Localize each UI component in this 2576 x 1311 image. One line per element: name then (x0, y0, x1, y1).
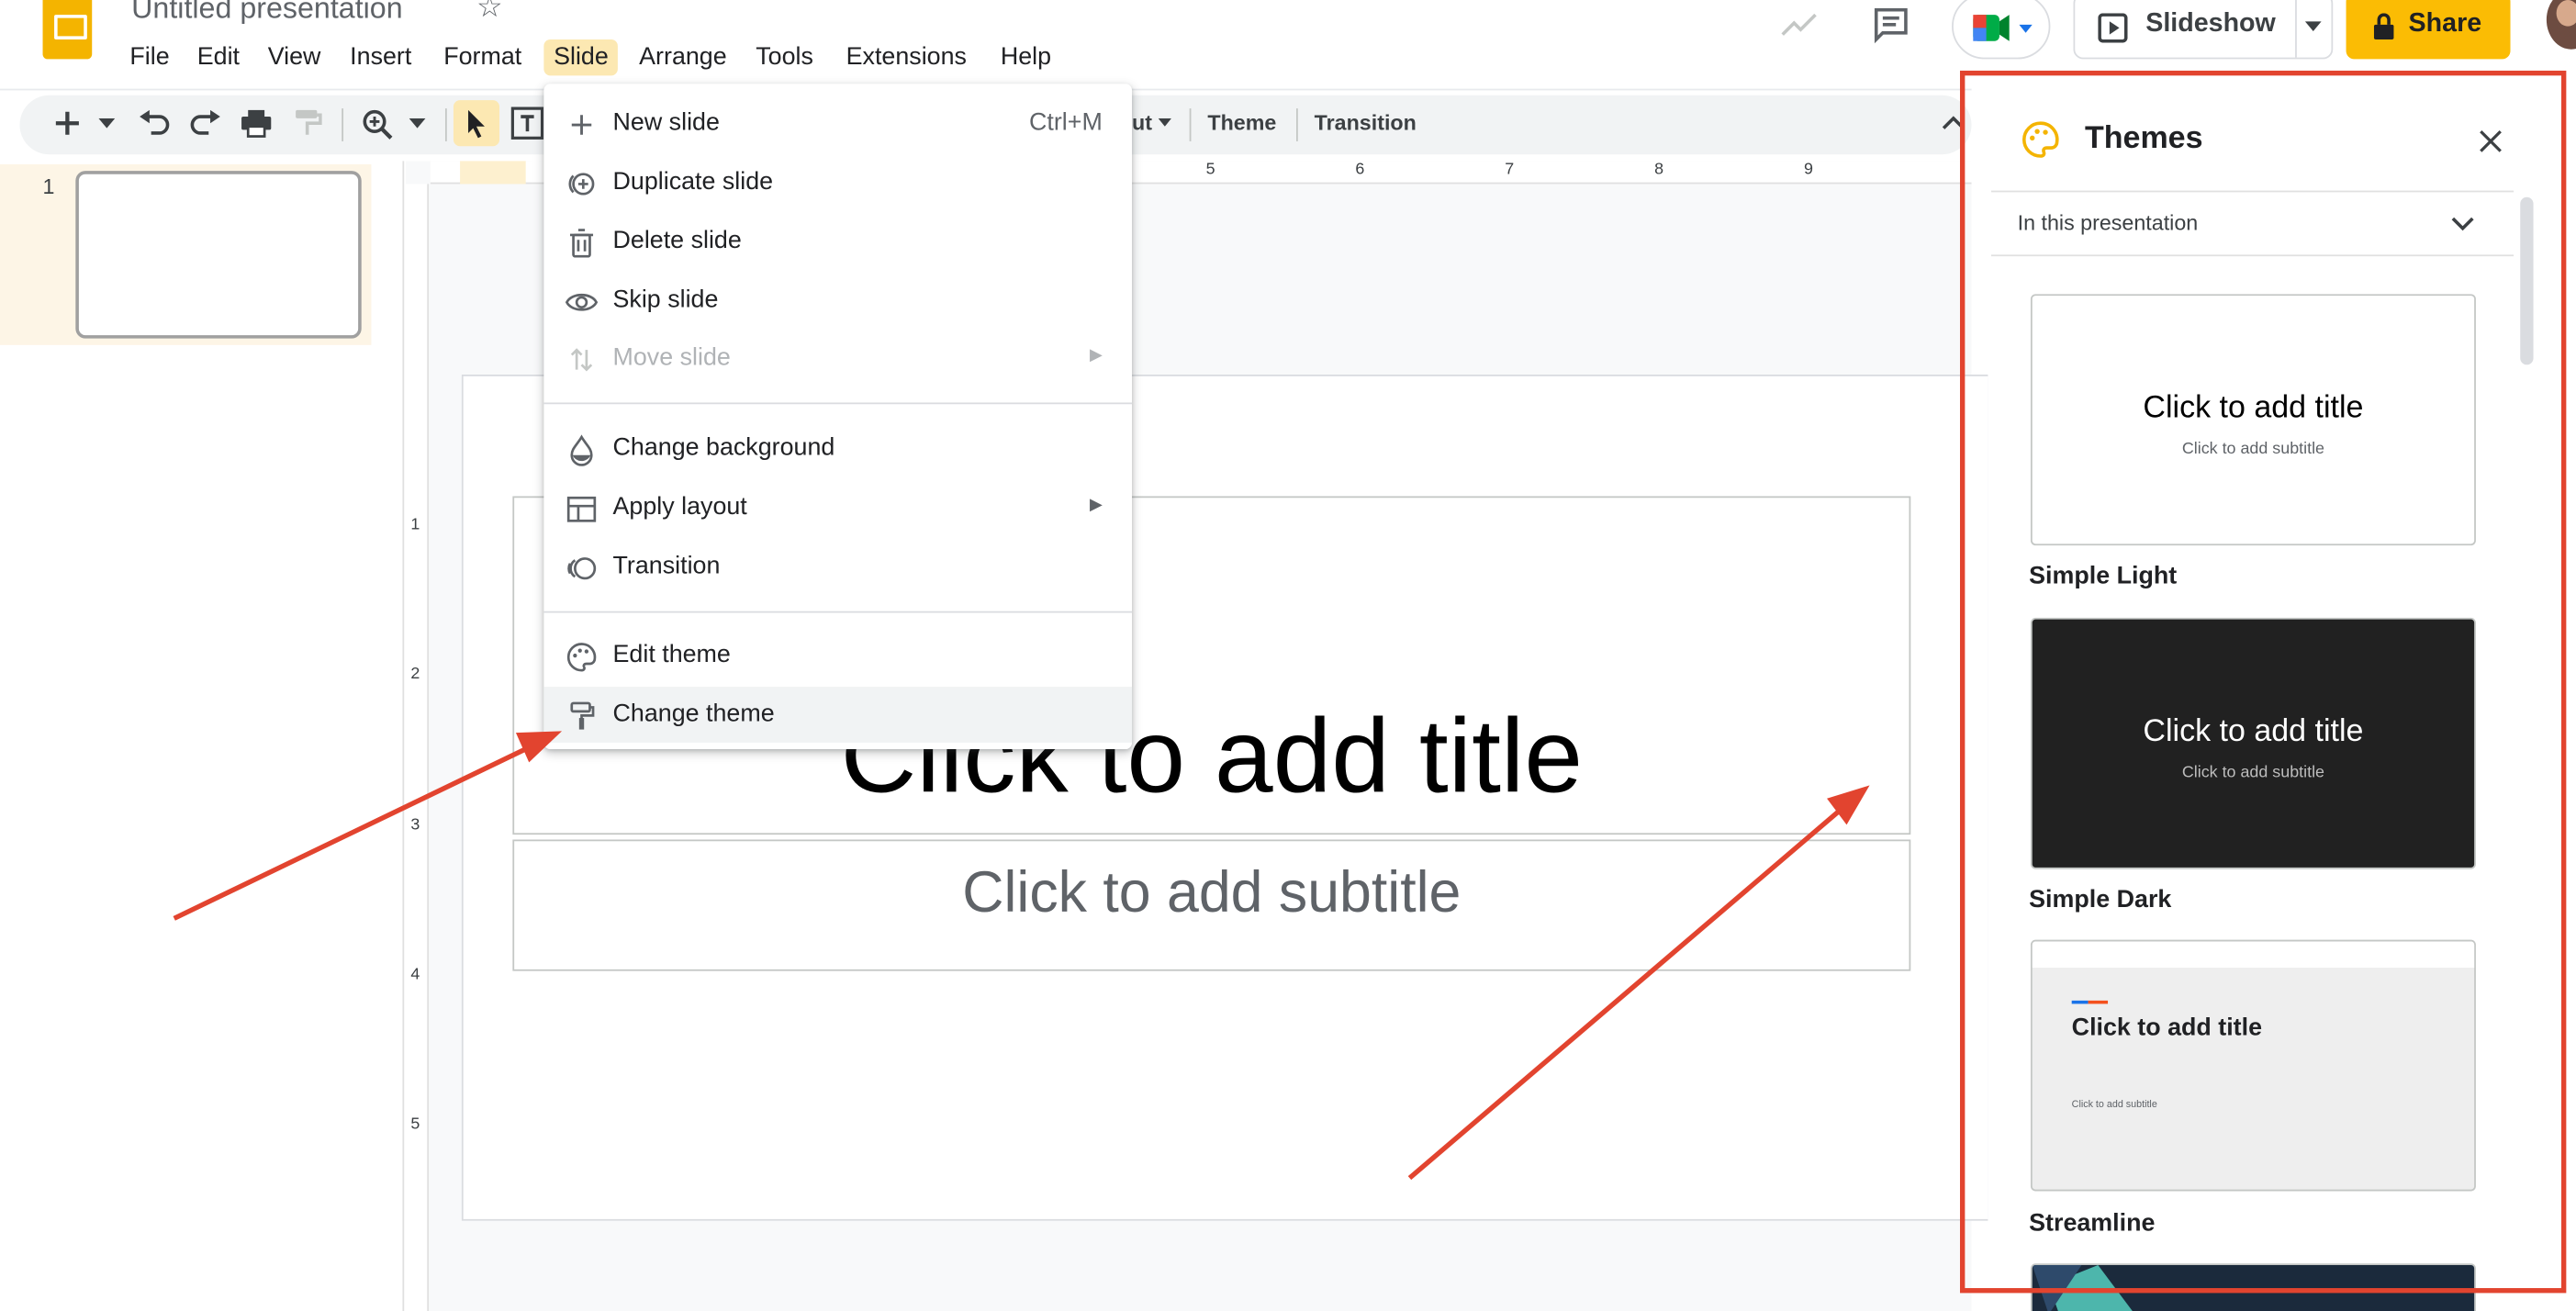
select-tool-button[interactable] (453, 100, 500, 147)
ruler-top-label: 9 (1803, 161, 1813, 180)
theme-button[interactable]: Theme (1207, 110, 1276, 135)
subtitle-placeholder: Click to add subtitle (962, 860, 1462, 925)
menu-item-duplicate-slide[interactable]: Duplicate slide (543, 154, 1132, 210)
menu-item-skip-slide[interactable]: Skip slide (543, 273, 1132, 329)
ruler-left-label: 3 (410, 816, 420, 835)
ruler-left-label: 4 (410, 966, 420, 984)
layout-button-fragment[interactable]: ut (1132, 110, 1152, 135)
zoom-icon[interactable] (362, 108, 395, 141)
play-icon (2098, 13, 2128, 43)
activity-trend-icon[interactable] (1779, 8, 1819, 41)
menu-item-label: Edit theme (612, 640, 731, 669)
menu-item-label: Change background (612, 433, 835, 462)
menu-item-edit-theme[interactable]: Edit theme (543, 628, 1132, 684)
menu-format[interactable]: Format (433, 39, 532, 75)
menu-item-label: Change theme (612, 700, 775, 728)
transition-button[interactable]: Transition (1315, 110, 1417, 135)
menu-item-label: Move slide (612, 343, 731, 372)
submenu-arrow-icon: ▶ (1090, 496, 1103, 515)
undo-icon[interactable] (138, 109, 171, 137)
plus-icon (571, 115, 592, 135)
ruler-left-label: 2 (410, 665, 420, 684)
palette-icon (566, 643, 597, 672)
chevron-down-icon (2304, 21, 2322, 32)
menu-file[interactable]: File (120, 39, 180, 75)
textbox-icon[interactable] (510, 106, 544, 140)
paint-format-icon[interactable] (293, 108, 322, 138)
menu-item-label: Delete slide (612, 226, 742, 255)
slide-menu-dropdown: New slide Ctrl+M Duplicate slide Delete … (543, 84, 1133, 750)
shortcut-label: Ctrl+M (1029, 108, 1103, 137)
menu-item-change-background[interactable]: Change background (543, 420, 1132, 476)
trash-icon (569, 229, 594, 258)
new-slide-dropdown-icon[interactable] (98, 118, 116, 129)
menu-item-transition[interactable]: Transition (543, 539, 1132, 595)
menu-item-apply-layout[interactable]: Apply layout ▶ (543, 480, 1132, 536)
duplicate-icon (568, 173, 595, 196)
menu-item-label: Apply layout (612, 492, 747, 521)
menu-item-change-theme[interactable]: Change theme (543, 687, 1133, 743)
eye-icon (565, 293, 599, 311)
vertical-ruler[interactable] (406, 184, 430, 1311)
ruler-top-label: 7 (1505, 161, 1515, 180)
ruler-top-label: 5 (1205, 161, 1215, 180)
layout-icon (566, 496, 597, 522)
transition-icon (567, 557, 597, 580)
layout-dropdown-icon[interactable] (1158, 118, 1171, 127)
document-title[interactable]: Untitled presentation (131, 0, 402, 27)
move-icon (570, 348, 593, 372)
menu-view[interactable]: View (258, 39, 330, 75)
ruler-left-label: 1 (410, 515, 420, 534)
print-icon[interactable] (240, 108, 273, 138)
menu-item-delete-slide[interactable]: Delete slide (543, 214, 1132, 270)
new-slide-plus-icon[interactable] (52, 108, 82, 138)
menu-item-new-slide[interactable]: New slide Ctrl+M (543, 95, 1132, 151)
meet-icon (1973, 15, 2033, 41)
slideshow-button[interactable]: Slideshow (2073, 0, 2334, 60)
menu-edit[interactable]: Edit (187, 39, 250, 75)
menu-extensions[interactable]: Extensions (836, 39, 977, 75)
menu-arrange[interactable]: Arrange (629, 39, 736, 75)
ruler-left-label: 5 (410, 1115, 420, 1134)
avatar[interactable] (2546, 0, 2576, 50)
share-label: Share (2408, 9, 2482, 39)
comments-icon[interactable] (1871, 5, 1910, 44)
meet-button[interactable] (1952, 0, 2051, 60)
zoom-dropdown-icon[interactable] (409, 118, 426, 129)
star-icon[interactable]: ☆ (476, 0, 503, 25)
menu-item-label: Duplicate slide (612, 167, 774, 196)
menu-insert[interactable]: Insert (340, 39, 421, 75)
slide-number: 1 (42, 174, 55, 199)
subtitle-placeholder-box[interactable]: Click to add subtitle (512, 839, 1911, 971)
background-drop-icon (570, 434, 593, 466)
menu-item-move-slide[interactable]: Move slide ▶ (543, 331, 1132, 387)
lock-icon (2373, 13, 2394, 39)
submenu-arrow-icon: ▶ (1090, 346, 1103, 365)
menu-item-label: Skip slide (612, 286, 719, 314)
ruler-top-label: 6 (1355, 161, 1365, 180)
menu-item-label: Transition (612, 552, 721, 580)
redo-icon[interactable] (189, 109, 222, 137)
slideshow-label: Slideshow (2145, 9, 2276, 39)
share-button[interactable]: Share (2346, 0, 2511, 60)
menu-tools[interactable]: Tools (745, 39, 823, 75)
slide-thumbnail[interactable] (75, 171, 362, 339)
ruler-highlight (460, 161, 526, 185)
ruler-top-label: 8 (1654, 161, 1664, 180)
cursor-icon (468, 109, 485, 139)
menu-item-label: New slide (612, 108, 720, 137)
slides-logo[interactable] (42, 0, 93, 60)
annotation-highlight-box (1959, 70, 2567, 1294)
paint-roller-icon (570, 701, 595, 730)
menu-help[interactable]: Help (991, 39, 1061, 75)
menu-slide[interactable]: Slide (543, 39, 619, 76)
